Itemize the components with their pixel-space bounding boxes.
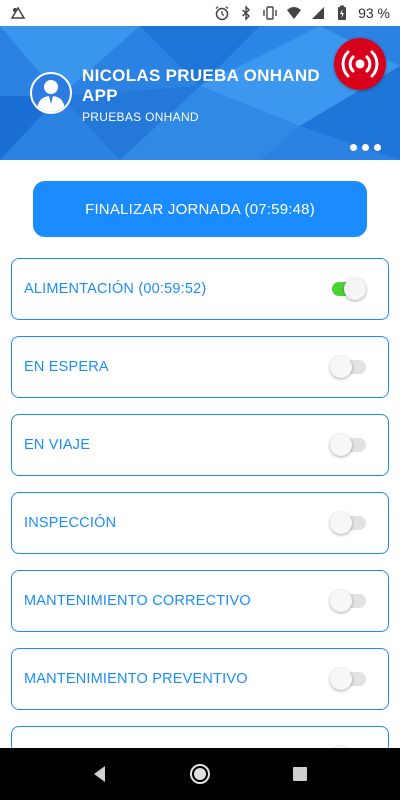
activity-toggle[interactable] bbox=[330, 355, 366, 379]
back-button[interactable] bbox=[85, 759, 115, 789]
avatar[interactable] bbox=[30, 72, 72, 114]
activity-toggle[interactable] bbox=[330, 511, 366, 535]
app-screen: 93 % NICOLAS PRUEBA ONHAND APP PRUEBAS O… bbox=[0, 0, 400, 800]
activity-label: ALIMENTACIÓN (00:59:52) bbox=[24, 281, 207, 297]
home-icon bbox=[190, 764, 210, 784]
signal-icon bbox=[310, 5, 326, 21]
vibrate-icon bbox=[262, 5, 278, 21]
recents-icon bbox=[293, 767, 307, 781]
system-nav-bar bbox=[0, 748, 400, 800]
battery-percent: 93 % bbox=[358, 5, 390, 21]
activity-label: EN ESPERA bbox=[24, 359, 109, 375]
activity-item-mantenimiento-preventivo[interactable]: MANTENIMIENTO PREVENTIVO bbox=[11, 648, 389, 710]
activity-item-mantenimiento-correctivo[interactable]: MANTENIMIENTO CORRECTIVO bbox=[11, 570, 389, 632]
user-icon bbox=[37, 80, 65, 112]
notification-icon bbox=[10, 5, 26, 21]
finish-workday-button[interactable]: FINALIZAR JORNADA (07:59:48) bbox=[33, 181, 367, 237]
activity-list: ALIMENTACIÓN (00:59:52) EN ESPERA EN VIA… bbox=[11, 258, 389, 748]
user-name: NICOLAS PRUEBA ONHAND APP bbox=[82, 66, 321, 105]
status-bar: 93 % bbox=[0, 0, 400, 26]
main-content: FINALIZAR JORNADA (07:59:48) ALIMENTACIÓ… bbox=[0, 160, 400, 748]
activity-toggle[interactable] bbox=[330, 277, 366, 301]
activity-item-inspeccion[interactable]: INSPECCIÓN bbox=[11, 492, 389, 554]
home-button[interactable] bbox=[185, 759, 215, 789]
back-icon bbox=[94, 766, 105, 782]
activity-label: EN VIAJE bbox=[24, 437, 91, 453]
user-company: PRUEBAS ONHAND bbox=[82, 110, 199, 124]
activity-item-en-viaje[interactable]: EN VIAJE bbox=[11, 414, 389, 476]
wifi-icon bbox=[286, 5, 302, 21]
activity-label: MANTENIMIENTO CORRECTIVO bbox=[24, 593, 251, 609]
profile-header: NICOLAS PRUEBA ONHAND APP PRUEBAS ONHAND bbox=[0, 26, 400, 160]
alarm-clock-icon bbox=[214, 5, 230, 21]
activity-item-partial[interactable] bbox=[11, 726, 389, 748]
more-options-icon[interactable] bbox=[350, 144, 381, 151]
activity-item-en-espera[interactable]: EN ESPERA bbox=[11, 336, 389, 398]
activity-toggle[interactable] bbox=[330, 667, 366, 691]
activity-toggle[interactable] bbox=[330, 589, 366, 613]
activity-label: MANTENIMIENTO PREVENTIVO bbox=[24, 671, 248, 687]
broadcast-icon bbox=[341, 50, 379, 78]
battery-icon bbox=[334, 5, 350, 21]
activity-item-alimentacion[interactable]: ALIMENTACIÓN (00:59:52) bbox=[11, 258, 389, 320]
bluetooth-icon bbox=[238, 5, 254, 21]
sos-alarm-button[interactable] bbox=[334, 38, 386, 90]
activity-label: INSPECCIÓN bbox=[24, 515, 117, 531]
activity-toggle[interactable] bbox=[330, 433, 366, 457]
recents-button[interactable] bbox=[285, 759, 315, 789]
